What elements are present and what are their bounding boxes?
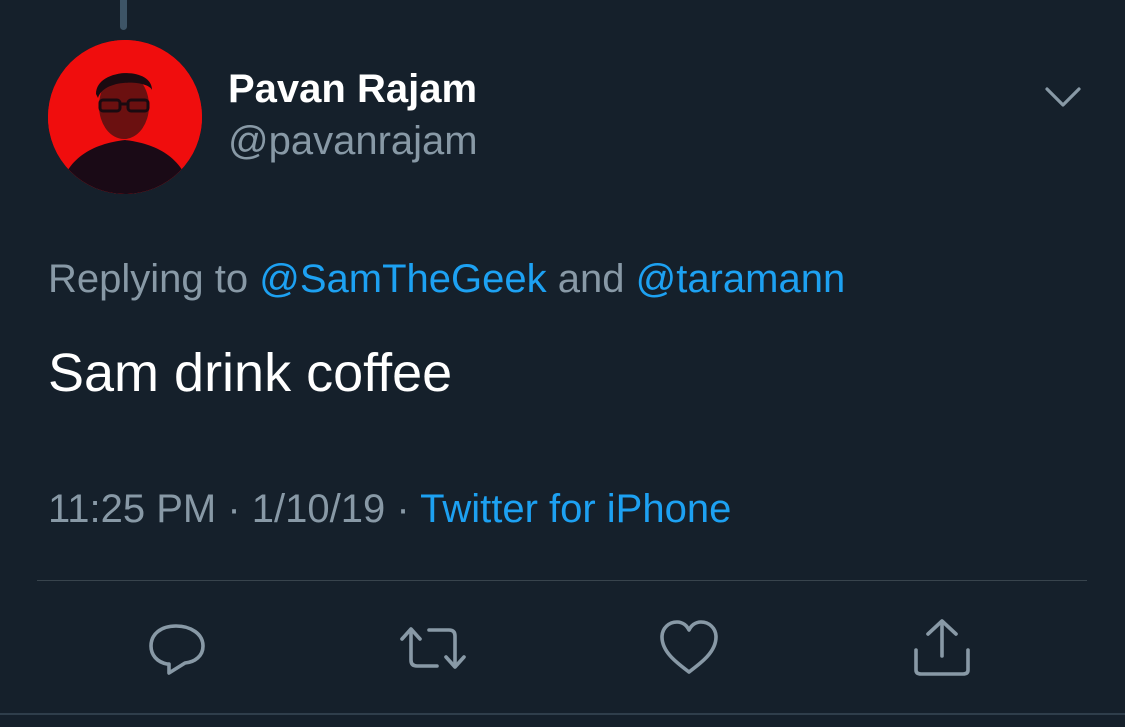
tweet-meta: 11:25 PM · 1/10/19 · Twitter for iPhone [48, 486, 731, 532]
replying-to-label: Replying to [48, 257, 260, 301]
avatar-photo [48, 40, 202, 194]
tweet-source-link[interactable]: Twitter for iPhone [420, 487, 731, 531]
tweet-text: Sam drink coffee [48, 343, 453, 403]
meta-separator: · [385, 487, 421, 531]
replying-to-line: Replying to @SamTheGeek and @taramann [48, 256, 845, 302]
reply-bubble-icon [149, 624, 205, 675]
heart-icon [660, 620, 718, 674]
tweet-menu-button[interactable] [1040, 76, 1086, 116]
reply-button[interactable] [145, 616, 209, 680]
like-button[interactable] [657, 616, 721, 680]
actions-divider [37, 580, 1087, 581]
meta-separator: · [216, 487, 252, 531]
chevron-down-icon [1045, 87, 1081, 107]
share-button[interactable] [910, 616, 974, 680]
display-name[interactable]: Pavan Rajam [228, 66, 477, 112]
share-icon [914, 619, 970, 676]
retweet-icon [400, 627, 466, 669]
tweet-time: 11:25 PM [48, 487, 217, 531]
user-handle[interactable]: @pavanrajam [228, 118, 478, 164]
retweet-button[interactable] [398, 616, 466, 680]
thread-connector-line [120, 0, 127, 30]
mention-taramann[interactable]: @taramann [636, 257, 846, 301]
avatar[interactable] [48, 40, 202, 194]
tweet-date: 1/10/19 [251, 487, 386, 531]
mention-samthegeek[interactable]: @SamTheGeek [259, 257, 546, 301]
bottom-divider [0, 713, 1125, 715]
replying-to-connector: and [546, 257, 636, 301]
